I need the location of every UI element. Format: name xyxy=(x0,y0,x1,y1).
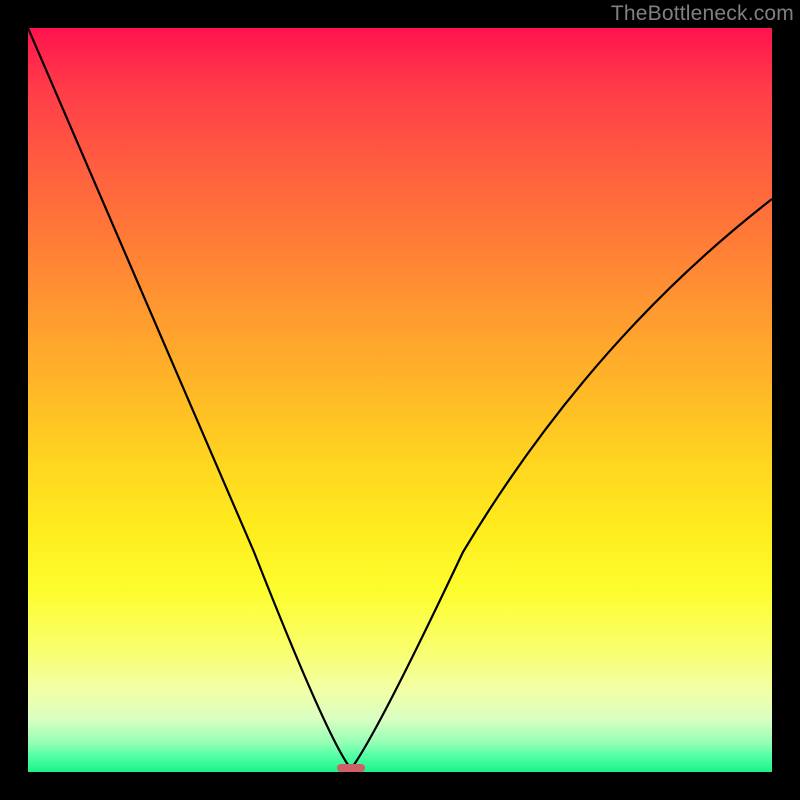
bottleneck-curve xyxy=(28,28,772,772)
min-marker xyxy=(337,764,365,772)
chart-frame: TheBottleneck.com xyxy=(0,0,800,800)
watermark-text: TheBottleneck.com xyxy=(611,2,794,26)
plot-area xyxy=(28,28,772,772)
curve-path xyxy=(28,28,772,769)
